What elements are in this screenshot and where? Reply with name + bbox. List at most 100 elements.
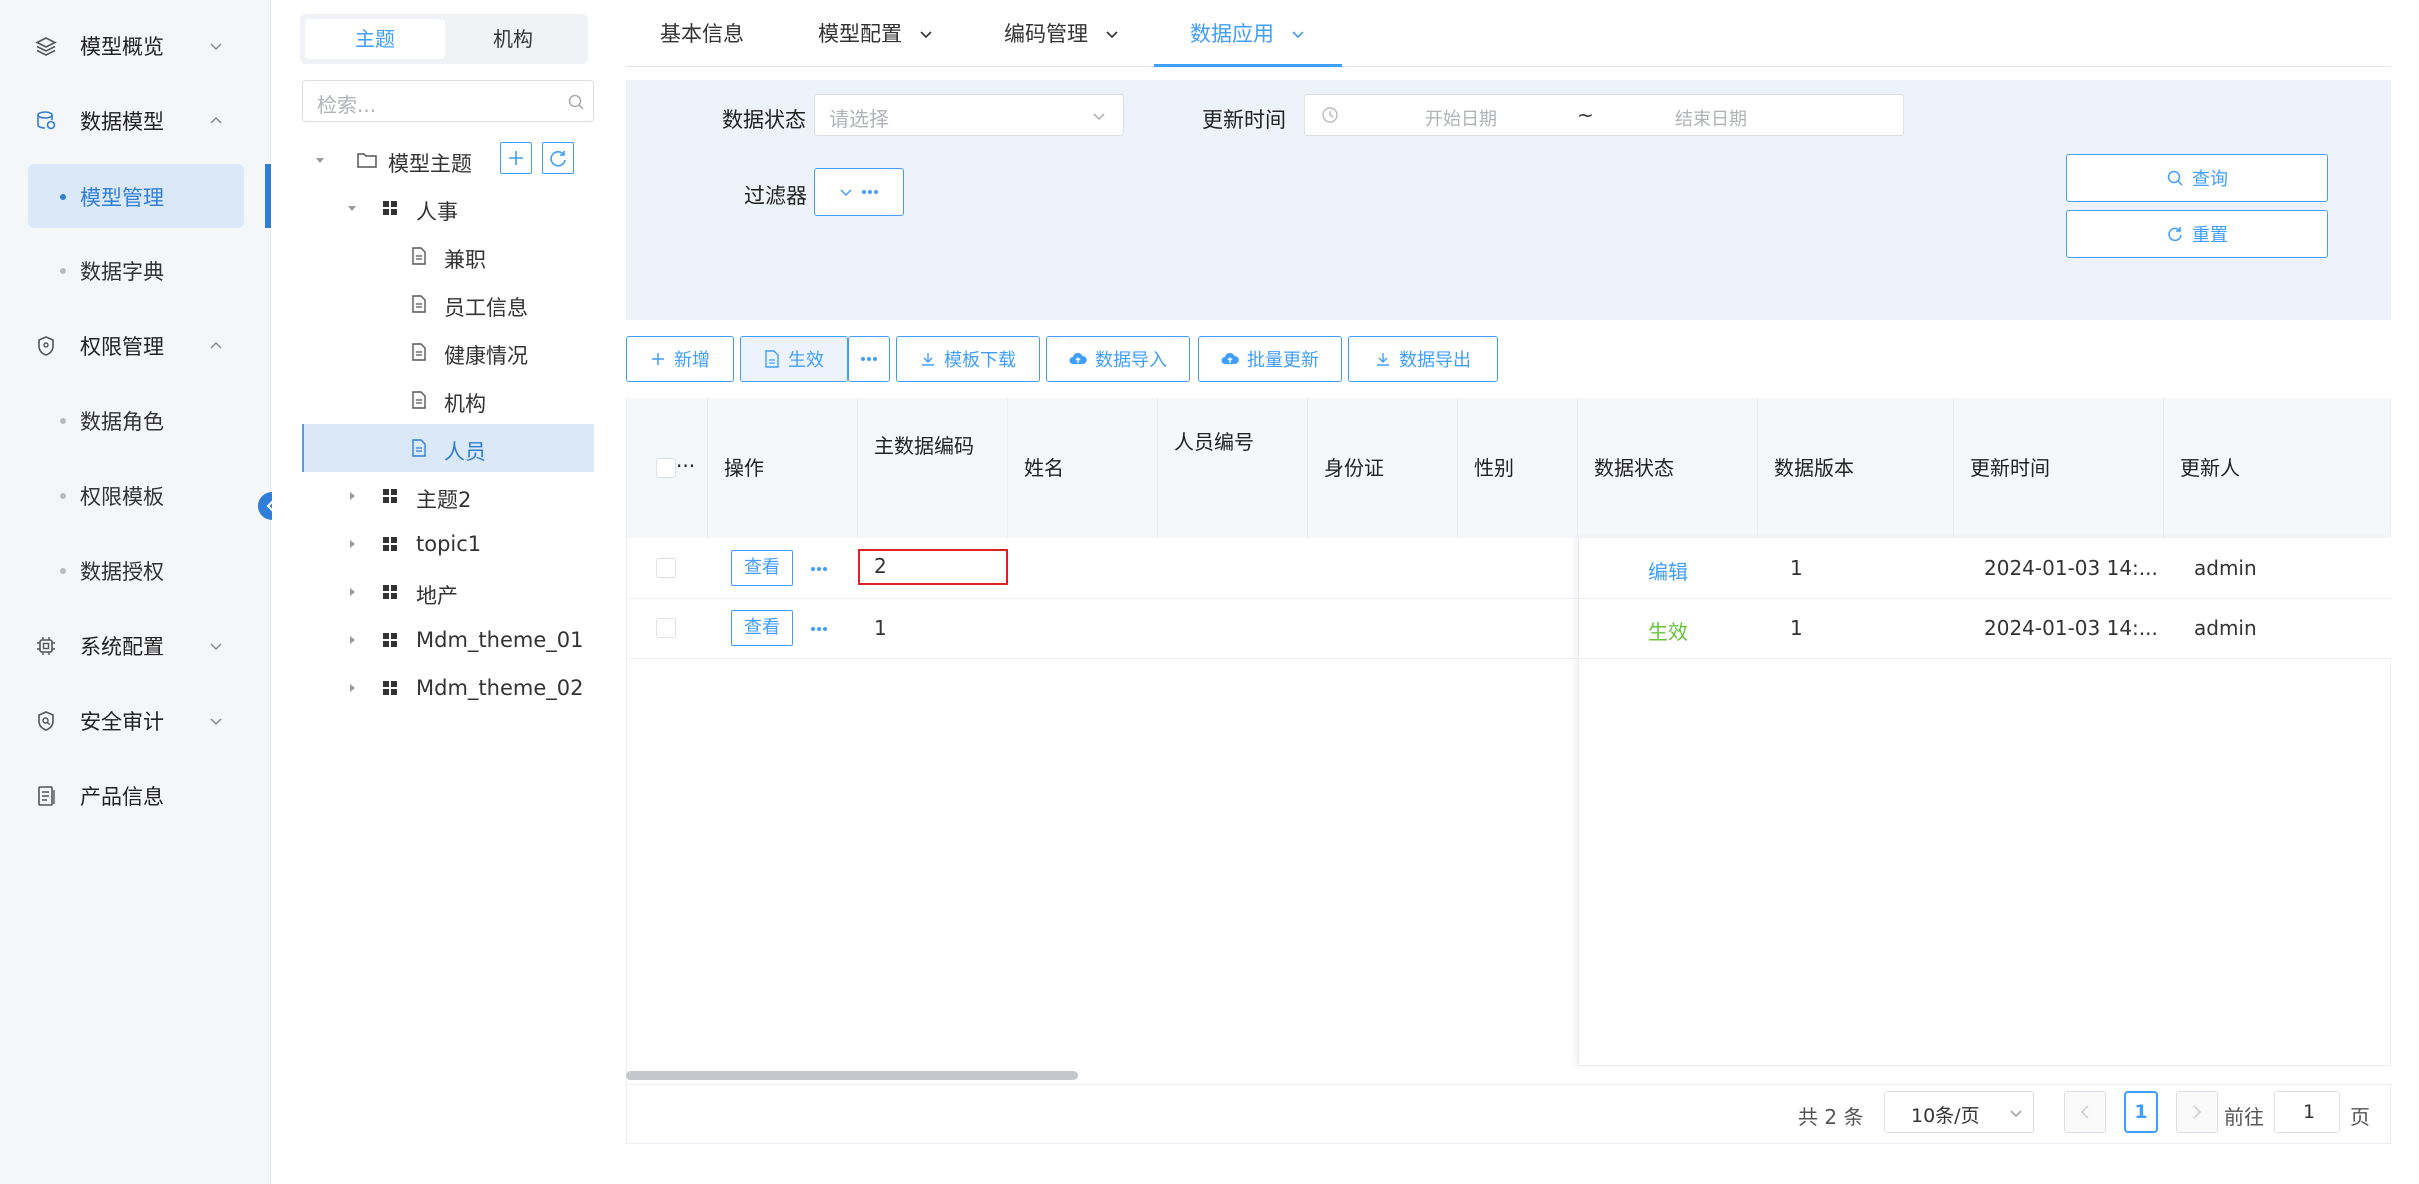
nav-label: 安全审计 bbox=[80, 710, 164, 734]
column-header: 操作 bbox=[708, 398, 858, 538]
tree-node-group[interactable]: Mdm_theme_02 bbox=[302, 664, 594, 712]
tree-node-group[interactable]: 地产 bbox=[302, 568, 594, 616]
nav-item-system-config[interactable]: 系统配置 bbox=[0, 614, 271, 678]
plus-icon bbox=[509, 151, 523, 165]
nav-sub-grant[interactable]: 数据授权 bbox=[28, 538, 244, 602]
nav-sub-dictionary[interactable]: 数据字典 bbox=[28, 238, 244, 302]
tree-node-group[interactable]: Mdm_theme_01 bbox=[302, 616, 594, 664]
refresh-icon bbox=[550, 151, 566, 167]
more-actions-button[interactable] bbox=[848, 336, 890, 382]
column-label: 操作 bbox=[724, 456, 764, 480]
status-select[interactable]: 请选择 bbox=[814, 94, 1124, 136]
column-header: 主数据编码 bbox=[858, 398, 1008, 538]
nav-sub-templates[interactable]: 权限模板 bbox=[28, 463, 244, 527]
tab-model-config[interactable]: 模型配置 bbox=[818, 18, 902, 48]
date-range-picker[interactable]: 开始日期 ~ 结束日期 bbox=[1304, 94, 1904, 136]
tree-node-leaf[interactable]: 机构 bbox=[302, 376, 594, 424]
fixed-empty-area bbox=[1578, 658, 2391, 1066]
cell-user: admin bbox=[2194, 616, 2257, 640]
document-icon bbox=[412, 247, 426, 265]
tab-basic-info[interactable]: 基本信息 bbox=[660, 18, 744, 48]
page-number-current[interactable]: 1 bbox=[2124, 1091, 2158, 1133]
tab-data-application[interactable]: 数据应用 bbox=[1190, 18, 1274, 48]
bullet-icon bbox=[60, 418, 66, 424]
tree-node-leaf[interactable]: 兼职 bbox=[302, 232, 594, 280]
caret-right-icon bbox=[350, 636, 355, 644]
more-icon[interactable] bbox=[810, 566, 828, 572]
template-download-button[interactable]: 模板下载 bbox=[896, 336, 1040, 382]
more-icon[interactable] bbox=[810, 626, 828, 632]
main-content: 基本信息 模型配置 编码管理 数据应用 数据状态 请选择 更新时间 开始日期 ~… bbox=[612, 0, 2419, 1184]
goto-page-input[interactable]: 1 bbox=[2274, 1091, 2340, 1133]
search-icon bbox=[568, 94, 584, 110]
template-download-label: 模板下载 bbox=[944, 350, 1016, 371]
nav-sub-label: 数据授权 bbox=[80, 560, 164, 584]
refresh-tree-button[interactable] bbox=[542, 142, 574, 174]
column-label: 更新人 bbox=[2180, 456, 2240, 480]
chevron-up-icon bbox=[210, 341, 222, 349]
scrollbar-thumb[interactable] bbox=[626, 1071, 1078, 1080]
reset-button[interactable]: 重置 bbox=[2066, 210, 2328, 258]
filter-dropdown-button[interactable] bbox=[814, 168, 904, 216]
tree-node-leaf[interactable]: 健康情况 bbox=[302, 328, 594, 376]
prev-page-button[interactable] bbox=[2064, 1091, 2106, 1133]
chevron-down-icon bbox=[210, 718, 222, 726]
bullet-icon bbox=[60, 194, 66, 200]
more-icon bbox=[861, 357, 877, 361]
effect-label: 生效 bbox=[788, 350, 824, 371]
nav-item-model-overview[interactable]: 模型概览 bbox=[0, 14, 271, 78]
column-header: 身份证 bbox=[1308, 398, 1458, 538]
reset-label: 重置 bbox=[2192, 225, 2228, 246]
add-node-button[interactable] bbox=[500, 142, 532, 174]
tree-node-leaf[interactable]: 员工信息 bbox=[302, 280, 594, 328]
caret-right-icon bbox=[350, 684, 355, 692]
tab-divider bbox=[626, 66, 2391, 67]
batch-update-button[interactable]: 批量更新 bbox=[1198, 336, 1342, 382]
tree-node-group[interactable]: topic1 bbox=[302, 520, 594, 568]
document-icon bbox=[765, 350, 779, 368]
export-button[interactable]: 数据导出 bbox=[1348, 336, 1498, 382]
page-size-select[interactable]: 10条/页 bbox=[1884, 1091, 2034, 1133]
tree-search-input[interactable]: 检索... bbox=[302, 80, 594, 122]
chip-icon bbox=[37, 637, 55, 655]
row-checkbox[interactable] bbox=[656, 558, 676, 578]
nav-item-product-info[interactable]: 产品信息 bbox=[0, 764, 271, 828]
import-button[interactable]: 数据导入 bbox=[1046, 336, 1190, 382]
document-icon bbox=[412, 439, 426, 457]
tab-code-mgmt[interactable]: 编码管理 bbox=[1004, 18, 1088, 48]
tree-node-group[interactable]: 人事 bbox=[302, 184, 594, 232]
select-all-checkbox[interactable] bbox=[656, 458, 676, 478]
view-button[interactable]: 查看 bbox=[731, 610, 793, 646]
nav-sub-roles[interactable]: 数据角色 bbox=[28, 388, 244, 452]
nav-item-data-model[interactable]: 数据模型 bbox=[0, 89, 271, 153]
nav-sub-model-mgmt[interactable]: 模型管理 bbox=[28, 164, 244, 228]
tree-node-leaf-selected[interactable]: 人员 bbox=[302, 424, 594, 472]
chevron-left-icon bbox=[2080, 1105, 2089, 1119]
tab-org[interactable]: 机构 bbox=[443, 19, 583, 59]
page-size-value: 10条/页 bbox=[1911, 1105, 1980, 1127]
nav-item-security-audit[interactable]: 安全审计 bbox=[0, 689, 271, 753]
row-checkbox[interactable] bbox=[656, 618, 676, 638]
bullet-icon bbox=[60, 268, 66, 274]
document-icon bbox=[412, 391, 426, 409]
column-label: 更新时间 bbox=[1970, 456, 2050, 480]
view-button[interactable]: 查看 bbox=[731, 550, 793, 586]
cell-status: 生效 bbox=[1648, 620, 1688, 644]
horizontal-scrollbar[interactable] bbox=[626, 1066, 2391, 1084]
query-button[interactable]: 查询 bbox=[2066, 154, 2328, 202]
next-page-button[interactable] bbox=[2176, 1091, 2218, 1133]
document-list-icon bbox=[38, 786, 55, 806]
grid-icon bbox=[383, 633, 397, 647]
nav-label: 权限管理 bbox=[80, 335, 164, 359]
truncation-ellipsis: ... bbox=[676, 448, 696, 472]
add-label: 新增 bbox=[674, 350, 710, 371]
add-button[interactable]: 新增 bbox=[626, 336, 734, 382]
nav-label: 系统配置 bbox=[80, 635, 164, 659]
nav-item-permission[interactable]: 权限管理 bbox=[0, 314, 271, 378]
range-separator: ~ bbox=[1577, 103, 1594, 127]
tab-theme[interactable]: 主题 bbox=[305, 19, 445, 59]
tree-node-group[interactable]: 主题2 bbox=[302, 472, 594, 520]
tree-node-root[interactable]: 模型主题 bbox=[302, 136, 594, 184]
effect-button[interactable]: 生效 bbox=[740, 336, 848, 382]
grid-icon bbox=[383, 201, 397, 215]
